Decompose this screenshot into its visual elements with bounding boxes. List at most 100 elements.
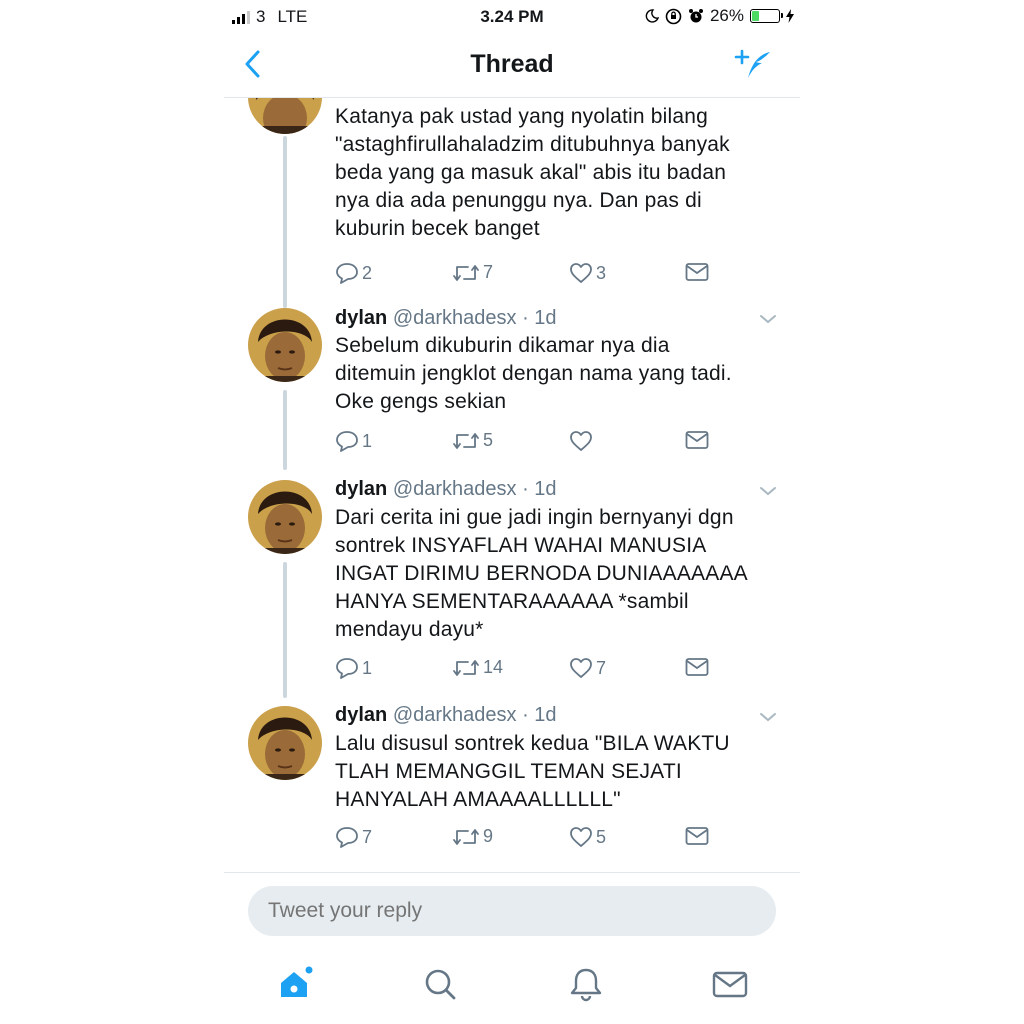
envelope-icon — [685, 658, 709, 676]
status-indicators: 26% — [645, 6, 794, 26]
author-handle[interactable]: @darkhadesx — [393, 307, 517, 329]
reply-input[interactable] — [248, 886, 776, 936]
retweet-icon — [453, 432, 479, 449]
tweet-actions: 7 9 5 — [335, 826, 715, 852]
avatar[interactable] — [248, 308, 322, 382]
battery-percent: 26% — [709, 6, 744, 25]
author-handle[interactable]: @darkhadesx — [393, 478, 517, 500]
like-button[interactable]: 7 — [569, 657, 606, 679]
charging-bolt-icon — [786, 9, 794, 23]
tweet-item[interactable]: Katanya pak ustad yang nyolatin bilang "… — [224, 98, 800, 308]
tweet-header: dylan @darkhadesx · 1d — [335, 307, 557, 330]
retweet-button[interactable]: 7 — [452, 262, 493, 283]
tab-messages[interactable] — [710, 964, 750, 1009]
author-name[interactable]: dylan — [335, 478, 387, 500]
like-count: 3 — [596, 262, 607, 283]
author-name[interactable]: dylan — [335, 704, 387, 726]
tab-home[interactable] — [276, 964, 316, 1009]
thread-feed[interactable]: Katanya pak ustad yang nyolatin bilang "… — [224, 98, 800, 871]
thread-connector-line — [283, 390, 287, 470]
compose-tweet-icon — [734, 49, 770, 78]
tweet-item[interactable]: dylan @darkhadesx · 1d Sebelum dikuburin… — [224, 298, 800, 470]
tweet-actions: 1 14 7 — [335, 657, 715, 683]
messages-envelope-icon — [712, 971, 748, 998]
reply-button[interactable]: 1 — [335, 657, 372, 679]
tweet-item[interactable]: dylan @darkhadesx · 1d Dari cerita ini g… — [224, 470, 800, 698]
heart-icon — [570, 658, 592, 678]
thread-connector-line — [283, 136, 287, 308]
retweet-count: 9 — [483, 826, 494, 846]
tweet-menu-button[interactable] — [759, 484, 777, 502]
reply-button[interactable]: 1 — [335, 430, 372, 452]
tweet-time: · 1d — [522, 307, 557, 329]
reply-count: 1 — [362, 430, 373, 451]
navigation-bar: Thread — [224, 36, 800, 96]
retweet-count: 7 — [483, 262, 494, 282]
author-handle[interactable]: @darkhadesx — [393, 704, 517, 726]
search-icon — [425, 969, 456, 1000]
page-title: Thread — [470, 50, 554, 78]
home-icon — [281, 966, 313, 997]
retweet-icon — [453, 828, 479, 845]
heart-icon — [570, 431, 592, 451]
bottom-tab-bar — [224, 960, 800, 1016]
tweet-header: dylan @darkhadesx · 1d — [335, 478, 557, 501]
chevron-down-icon — [760, 713, 776, 722]
tweet-time: · 1d — [522, 704, 557, 726]
thread-connector-line — [283, 562, 287, 698]
tweet-item[interactable]: dylan @darkhadesx · 1d Lalu disusul sont… — [224, 698, 800, 868]
direct-message-button[interactable] — [685, 430, 709, 450]
retweet-button[interactable]: 14 — [452, 657, 503, 678]
reply-button[interactable]: 7 — [335, 826, 372, 848]
author-name[interactable]: dylan — [335, 307, 387, 329]
reply-icon — [336, 658, 358, 679]
like-button[interactable]: 3 — [569, 262, 606, 284]
tweet-text: Dari cerita ini gue jadi ingin bernyanyi… — [335, 506, 748, 641]
alarm-clock-icon — [688, 9, 703, 23]
like-count: 7 — [596, 657, 607, 678]
retweet-icon — [453, 659, 479, 676]
reply-count: 7 — [362, 826, 373, 847]
retweet-button[interactable]: 5 — [452, 430, 493, 451]
like-button[interactable]: 5 — [569, 826, 606, 848]
reply-count: 1 — [362, 657, 373, 678]
like-count: 5 — [596, 826, 607, 847]
tweet-time: · 1d — [522, 478, 557, 500]
direct-message-button[interactable] — [685, 826, 709, 846]
heart-icon — [570, 263, 592, 283]
like-button[interactable] — [569, 430, 596, 452]
reply-divider — [224, 872, 800, 873]
avatar[interactable] — [248, 98, 322, 134]
envelope-icon — [685, 827, 709, 845]
tab-notifications[interactable] — [566, 964, 606, 1009]
direct-message-button[interactable] — [685, 262, 709, 282]
twitter-app: 3 LTE 3.24 PM 26% Thread Katanya pak ust… — [224, 0, 800, 1024]
chevron-down-icon — [760, 487, 776, 496]
retweet-count: 14 — [483, 657, 504, 677]
envelope-icon — [685, 263, 709, 281]
battery-icon — [750, 9, 783, 23]
tweet-menu-button[interactable] — [759, 312, 777, 330]
status-bar: 3 LTE 3.24 PM 26% — [224, 0, 800, 34]
avatar[interactable] — [248, 706, 322, 780]
avatar[interactable] — [248, 480, 322, 554]
envelope-icon — [685, 431, 709, 449]
compose-tweet-button[interactable] — [734, 48, 774, 89]
direct-message-button[interactable] — [685, 657, 709, 677]
tweet-menu-button[interactable] — [759, 710, 777, 728]
tweet-text: Sebelum dikuburin dikamar nya dia ditemu… — [335, 334, 732, 413]
retweet-count: 5 — [483, 430, 494, 450]
tweet-actions: 2 7 3 — [335, 262, 715, 288]
tweet-text: Lalu disusul sontrek kedua "BILA WAKTU T… — [335, 732, 730, 811]
retweet-button[interactable]: 9 — [452, 826, 493, 847]
orientation-lock-icon — [665, 8, 682, 24]
heart-icon — [570, 827, 592, 847]
reply-icon — [336, 431, 358, 452]
reply-icon — [336, 263, 358, 284]
reply-button[interactable]: 2 — [335, 262, 372, 284]
tweet-actions: 1 5 — [335, 430, 715, 456]
tab-search[interactable] — [420, 964, 460, 1009]
do-not-disturb-moon-icon — [645, 9, 659, 23]
reply-count: 2 — [362, 262, 373, 283]
retweet-icon — [453, 264, 479, 281]
